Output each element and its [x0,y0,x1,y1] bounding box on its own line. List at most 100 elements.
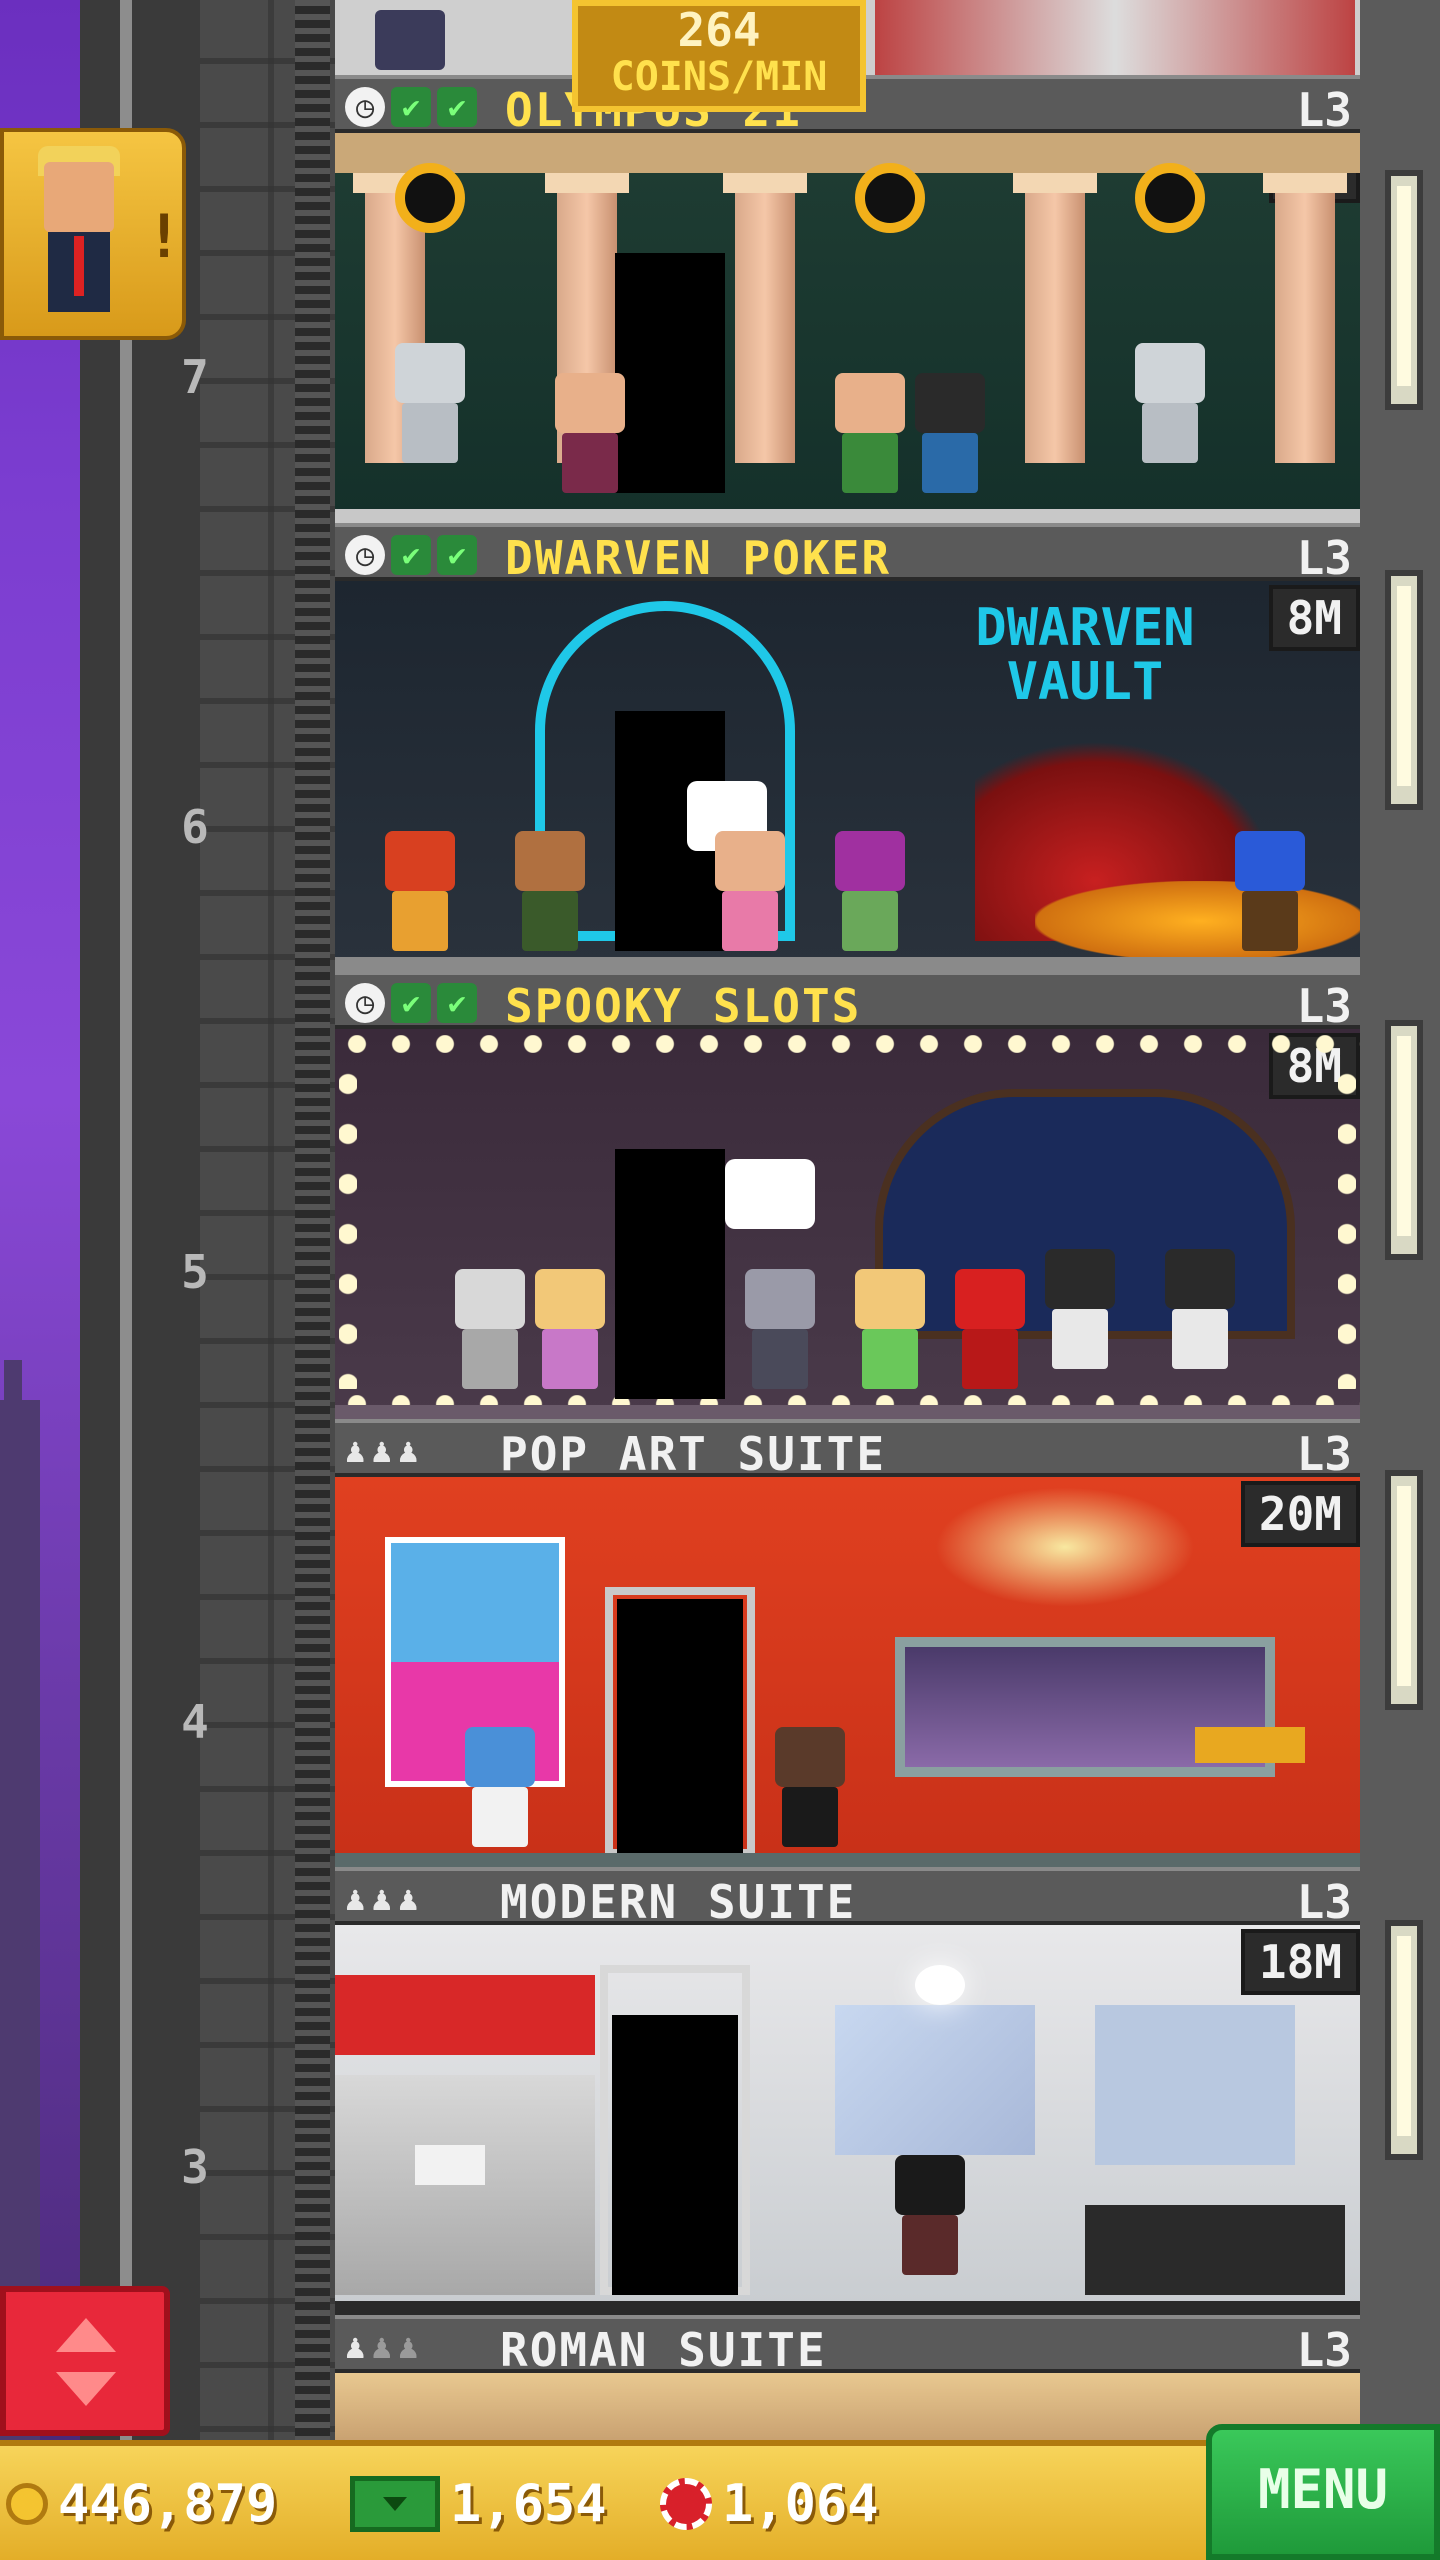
city-silhouette [0,1360,40,2440]
guest-character[interactable] [535,1269,605,1399]
occupancy-icons: ♟ ♟ ♟ [345,2327,418,2367]
floor-surface [335,1405,1360,1419]
room-interior[interactable]: 8M [335,133,1360,523]
guest-character[interactable] [465,1727,535,1857]
resident-icon: ♟ [345,1879,366,1919]
floor-level: L3 [1296,1427,1352,1481]
coin-rate-unit: COINS/MIN [610,54,828,100]
stock-badge: 20M [1240,1481,1360,1547]
chips-display[interactable]: 1,064 [660,2474,879,2534]
game-screen: 7 6 5 4 3 264 COINS/MIN ◷ ✔ ✔ OLYMPUS 21… [0,0,1440,2560]
guest-character[interactable] [915,373,985,503]
stock-badge: 18M [1240,1929,1360,1995]
floor-header: ♟ ♟ ♟ ROMAN SUITE L3 [335,2315,1360,2377]
window [1385,1920,1423,2160]
bed [1085,2205,1345,2295]
check-icon: ✔ [437,87,477,127]
floor-number-3: 3 [181,2140,209,2194]
floor-modern-suite[interactable]: ♟ ♟ ♟ MODERN SUITE L3 18M [335,1867,1360,2315]
status-icons: ◷ ✔ ✔ [345,535,477,575]
room-decor [875,0,1355,75]
coins-per-minute-banner: 264 COINS/MIN [572,0,866,112]
shaft-track [295,0,330,2440]
vip-alert-button[interactable]: ! [0,128,186,340]
floor-spooky-slots[interactable]: ◷ ✔ ✔ SPOOKY SLOTS L3 8M [335,971,1360,1419]
resident-icon: ♟ [345,1431,366,1471]
wall-art [835,2005,1035,2155]
resident-icon: ♟ [371,1431,392,1471]
floor-header: ◷ ✔ ✔ SPOOKY SLOTS L3 [335,971,1360,1033]
guest-character[interactable] [835,831,905,961]
floor-pop-art-suite[interactable]: ♟ ♟ ♟ POP ART SUITE L3 20M [335,1419,1360,1867]
poker-chip-decor [395,163,465,233]
floor-name: MODERN SUITE [500,1875,857,1929]
slot-machine [1045,1249,1115,1379]
gold-pile [1035,881,1360,961]
statue [395,343,465,473]
menu-button[interactable]: MENU [1206,2424,1440,2560]
chips-value: 1,064 [722,2474,879,2534]
vip-face [44,162,114,232]
elevator-button[interactable] [0,2286,170,2436]
guest-character[interactable] [855,1269,925,1399]
room-interior[interactable]: 8M [335,1029,1360,1419]
alert-icon: ! [146,202,183,272]
floor-level: L3 [1296,979,1352,1033]
pillar [723,173,807,463]
floor-dwarven-poker[interactable]: ◷ ✔ ✔ DWARVEN POKER L3 8M DWARVEN VAULT [335,523,1360,971]
occupancy-icons: ♟ ♟ ♟ [345,1431,418,1471]
room-interior[interactable]: 8M DWARVEN VAULT [335,581,1360,971]
floor-number-6: 6 [181,800,209,854]
marquee-lights-top [335,1035,1360,1053]
pendant-light [915,1965,965,2005]
ceiling-frieze [335,133,1360,173]
robot-character[interactable] [455,1269,525,1399]
floor-name: POP ART SUITE [500,1427,887,1481]
floor-level: L3 [1296,1875,1352,1929]
arrow-down-icon [56,2372,116,2406]
bellhop-character[interactable] [895,2155,965,2285]
vault-sign: DWARVEN VAULT [975,598,1195,712]
statue [1135,343,1205,473]
floor-number-7: 7 [181,350,209,404]
check-icon: ✔ [391,87,431,127]
bellhop-character[interactable] [775,1727,845,1857]
casino-chip-icon [660,2478,712,2530]
room-interior[interactable] [335,2373,1360,2443]
slot-machine [1165,1249,1235,1379]
resident-icon-empty: ♟ [371,2327,392,2367]
status-icons: ◷ ✔ ✔ [345,87,477,127]
guest-character[interactable] [515,831,585,961]
guest-character[interactable] [385,831,455,961]
floor-surface [335,2301,1360,2315]
guest-character[interactable] [375,10,445,70]
check-icon: ✔ [437,535,477,575]
coin-icon [6,2483,48,2525]
guest-character[interactable] [835,373,905,503]
bux-display[interactable]: 1,654 [350,2474,607,2534]
floor-number-4: 4 [181,1695,209,1749]
dwarf-character[interactable] [1235,831,1305,961]
floor-name: ROMAN SUITE [500,2323,827,2377]
floor-level: L3 [1296,2323,1352,2377]
coin-rate-value: 264 [677,3,761,57]
room-interior[interactable]: 20M [335,1477,1360,1867]
room-door [612,2015,738,2295]
clock-icon: ◷ [345,87,385,127]
poker-chip-decor [855,163,925,233]
floor-header: ♟ ♟ ♟ POP ART SUITE L3 [335,1419,1360,1481]
zombie-character[interactable] [745,1269,815,1399]
check-icon: ✔ [391,535,431,575]
pillar [1263,173,1347,463]
floor-olympus-21[interactable]: ◷ ✔ ✔ OLYMPUS 21 L3 8M [335,75,1360,523]
floor-name: SPOOKY SLOTS [505,979,862,1033]
shelf-wall [1095,2005,1295,2165]
room-door [615,1149,725,1399]
bellhop-character[interactable] [955,1269,1025,1399]
floor-roman-suite[interactable]: ♟ ♟ ♟ ROMAN SUITE L3 [335,2315,1360,2443]
guest-character[interactable] [555,373,625,503]
resident-icon: ♟ [371,1879,392,1919]
guest-character[interactable] [715,831,785,961]
red-wall-panel [335,1975,595,2055]
room-interior[interactable]: 18M [335,1925,1360,2315]
